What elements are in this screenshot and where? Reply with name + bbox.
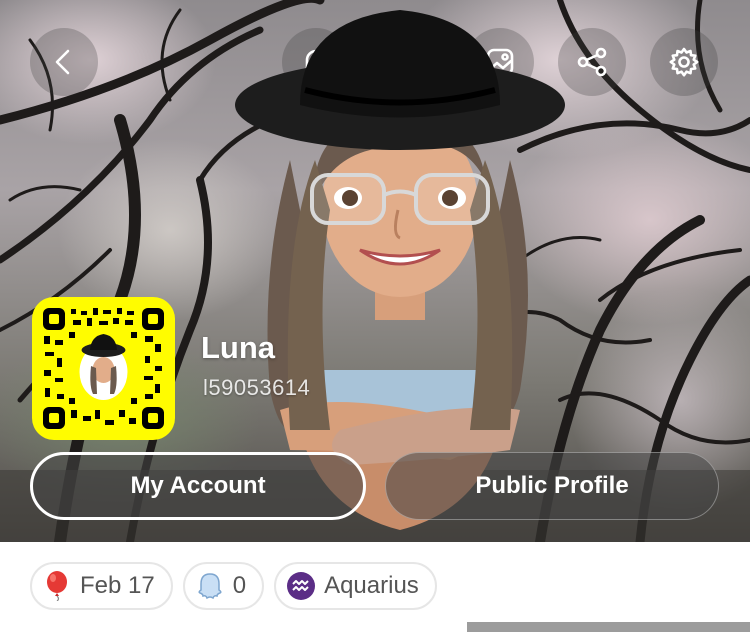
bottom-edge-bar — [467, 622, 750, 632]
username: l59053614 — [203, 375, 311, 400]
qr-code-icon — [41, 306, 166, 431]
birthday-chip[interactable]: Feb 17 — [30, 562, 173, 610]
back-button[interactable] — [30, 28, 98, 96]
friends-count-text: 0 — [232, 572, 247, 599]
zodiac-chip[interactable]: Aquarius — [274, 562, 437, 610]
chevron-left-icon — [55, 49, 70, 75]
public-profile-button[interactable]: Public Profile — [385, 452, 719, 520]
zodiac-text: Aquarius — [324, 572, 419, 599]
profile-info-chips: Feb 17 0 Aquarius — [30, 562, 437, 610]
settings-button[interactable] — [650, 28, 718, 96]
gear-icon — [669, 47, 699, 77]
aquarius-icon — [286, 571, 316, 601]
friends-count-chip[interactable]: 0 — [182, 562, 265, 610]
birthday-text: Feb 17 — [80, 572, 155, 599]
my-account-button[interactable]: My Account — [30, 452, 366, 520]
ghost-icon — [195, 571, 225, 601]
balloon-icon — [42, 571, 72, 601]
snapcode[interactable] — [32, 297, 175, 440]
display-name: Luna — [201, 330, 276, 365]
